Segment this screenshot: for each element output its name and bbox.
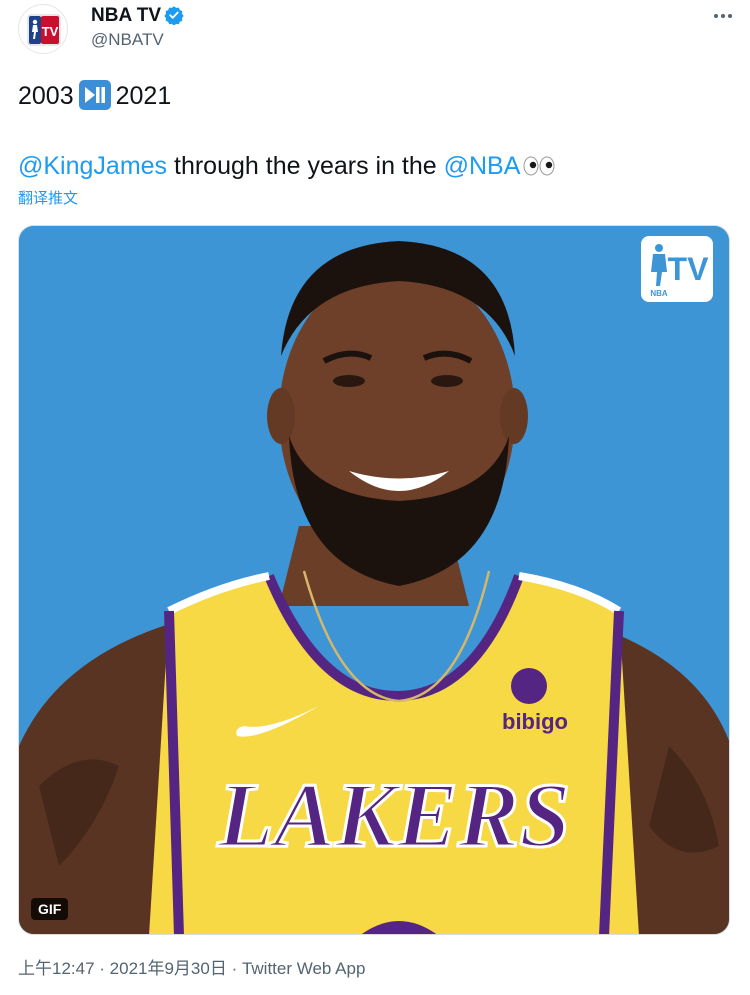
translate-tweet-link[interactable]: 翻译推文 xyxy=(18,189,78,209)
nbatv-avatar[interactable]: TV xyxy=(18,4,68,54)
gif-badge: GIF xyxy=(31,898,69,920)
mention-nba[interactable]: @NBA xyxy=(444,152,521,180)
tweet-time[interactable]: 上午12:47 xyxy=(18,959,95,978)
nba-tv-watermark-icon: TV NBA xyxy=(643,238,711,300)
tweet-header: TV NBA TV @NBATV xyxy=(18,4,738,56)
handle[interactable]: @NBATV xyxy=(91,29,184,51)
tweet-source[interactable]: Twitter Web App xyxy=(242,959,365,978)
svg-text:NBA: NBA xyxy=(650,289,668,298)
author-info: NBA TV @NBATV xyxy=(91,4,184,51)
tweet-text-line2: @KingJames through the years in the @NBA xyxy=(18,150,556,182)
tweet-mid-text: through the years in the xyxy=(167,152,444,180)
svg-text:TV: TV xyxy=(668,251,710,287)
year-end: 2021 xyxy=(115,82,172,110)
sponsor-text: bibigo xyxy=(502,709,568,734)
year-start: 2003 xyxy=(18,82,74,110)
tweet-media-gif[interactable]: bibigo LAKERS TV NBA GIF xyxy=(18,225,730,935)
separator: · xyxy=(94,959,110,978)
play-pause-emoji-icon xyxy=(78,80,111,110)
eyes-emoji-icon xyxy=(523,156,555,176)
tweet-metadata: 上午12:47 · 2021年9月30日 · Twitter Web App xyxy=(18,958,365,980)
verified-badge-icon xyxy=(164,6,184,25)
svg-text:TV: TV xyxy=(42,24,59,39)
separator: · xyxy=(226,959,242,978)
display-name[interactable]: NBA TV xyxy=(91,4,161,28)
nbatv-logo-icon: TV xyxy=(27,14,61,46)
player-photo: bibigo LAKERS xyxy=(19,226,729,934)
tweet-date[interactable]: 2021年9月30日 xyxy=(110,959,227,978)
jersey-wordmark: LAKERS xyxy=(217,764,571,866)
mention-kingjames[interactable]: @KingJames xyxy=(18,152,167,180)
tweet-text-line1: 2003 2021 xyxy=(18,80,171,112)
more-options-icon[interactable] xyxy=(708,4,738,28)
nba-tv-watermark: TV NBA xyxy=(641,236,713,302)
